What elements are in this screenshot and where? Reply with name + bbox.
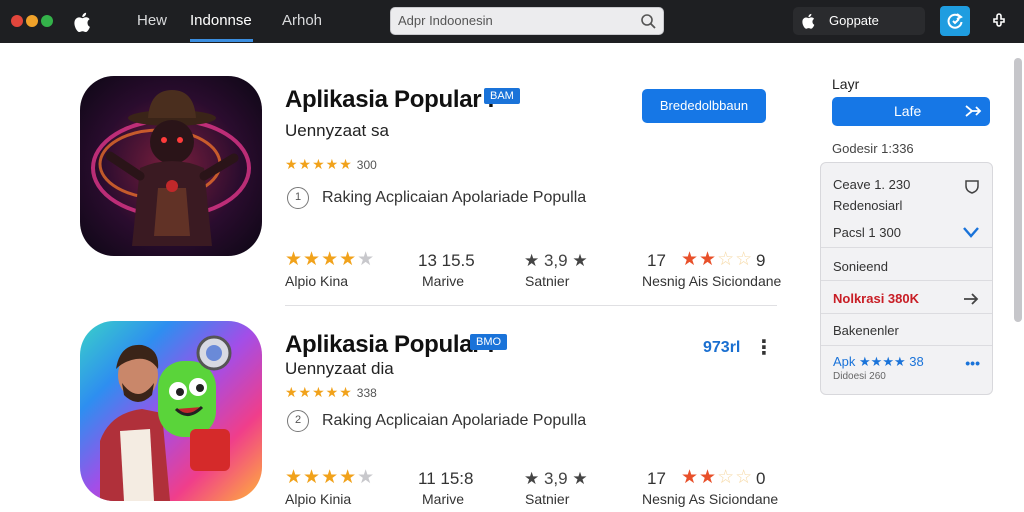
rank-text[interactable]: Raking Acplicaian Apolariade Populla [322, 189, 586, 207]
get-button[interactable]: Brededolbbaun [642, 89, 766, 123]
panel-row-label[interactable]: Nolkrasi 380K [833, 291, 919, 306]
panel-primary-button[interactable]: Lafe [832, 97, 990, 126]
info-panel: Ceave 1. 230 Redenosiarl Pacsl 1 300 Son… [820, 162, 993, 395]
app-icon[interactable] [80, 76, 262, 256]
puzzle-icon [993, 13, 1005, 27]
stat-value: ★ 3,9 ★ [524, 251, 588, 270]
panel-row-label: Pacsl 1 300 [833, 225, 901, 240]
active-tab-indicator [190, 39, 253, 42]
stat-value: 11 15:8 [418, 469, 474, 488]
panel-row-sublabel: Didoesi 260 [833, 371, 886, 382]
scrollbar[interactable] [1014, 58, 1022, 322]
card-divider [285, 305, 777, 306]
title-bar: Hew Indonnse Arhoh Goppate [0, 0, 1024, 43]
account-button[interactable]: Goppate [793, 7, 925, 35]
panel-heading: Layr [832, 76, 860, 92]
stat-value: 17 [647, 251, 666, 270]
stat-value: ★ 3,9 ★ [524, 469, 588, 488]
zoom-window-button[interactable] [41, 15, 53, 27]
app-badge: BMO [470, 334, 508, 350]
panel-button-label: Lafe [894, 103, 922, 119]
stat-label: Alpio Kina [285, 273, 349, 289]
stat-stars: ★★★★★ [285, 467, 376, 488]
account-label: Goppate [829, 13, 879, 28]
panel-divider [821, 345, 992, 346]
stat-value: 0 [756, 469, 766, 488]
panel-row-label[interactable]: Sonieend [833, 259, 888, 274]
check-icon[interactable] [962, 225, 980, 239]
character-artwork [100, 335, 232, 501]
arrow-right-icon[interactable] [962, 292, 980, 306]
app-title[interactable]: Aplikasia Popular . [285, 86, 494, 114]
app-icon[interactable] [80, 321, 262, 501]
stat-value: 13 15.5 [418, 251, 475, 270]
stat-stars: ★★☆☆ [681, 467, 754, 488]
panel-row-label: Redenosiarl [833, 198, 903, 213]
apple-logo-icon[interactable] [70, 9, 96, 35]
stat-label: Alpio Kinia [285, 491, 352, 507]
app-title[interactable]: Aplikasia Popular . [285, 331, 494, 359]
panel-divider [821, 313, 992, 314]
search-input[interactable] [398, 13, 628, 28]
rank-icon: 1 [287, 187, 309, 209]
apple-icon [802, 13, 815, 29]
panel-row-label[interactable]: Apk ★★★★ 38 [833, 354, 924, 370]
panel-divider [821, 247, 992, 248]
extensions-button[interactable] [985, 6, 1015, 36]
stat-label: Nesnig Ais Siciondane [642, 273, 782, 289]
sync-icon [947, 13, 963, 29]
stat-label: Satnier [525, 273, 570, 289]
stat-value: 9 [756, 251, 766, 270]
stat-value: 17 [647, 469, 666, 488]
nav-tab-indonesia[interactable]: Indonnse [190, 12, 252, 29]
panel-subheading: Godesir 1:336 [832, 141, 914, 156]
more-options-button[interactable]: ⋮ [754, 335, 774, 360]
stat-label: Marive [422, 491, 465, 507]
rating-stars: ★★★★★ 338 [285, 384, 377, 400]
nav-tab-apps[interactable]: Arhoh [282, 12, 322, 29]
rating-stars: ★★★★★ 300 [285, 156, 377, 172]
stat-label: Marive [422, 273, 465, 289]
sync-button[interactable] [940, 6, 970, 36]
panel-row-label: Bakenenler [833, 323, 899, 338]
rank-icon: 2 [287, 410, 309, 432]
close-window-button[interactable] [11, 15, 23, 27]
character-artwork [91, 90, 251, 246]
stat-stars: ★★☆☆ [681, 249, 754, 270]
shield-icon[interactable] [964, 179, 980, 194]
stat-stars: ★★★★★ [285, 249, 376, 270]
ellipsis-icon[interactable]: ••• [965, 355, 980, 371]
minimize-window-button[interactable] [26, 15, 38, 27]
stat-label: Satnier [525, 491, 570, 507]
panel-divider [821, 280, 992, 281]
rank-text[interactable]: Raking Acplicaian Apolariade Populla [322, 412, 586, 430]
rating-count: 300 [356, 158, 377, 172]
panel-row-label: Ceave 1. 230 [833, 177, 911, 192]
search-icon[interactable] [640, 13, 657, 30]
app-badge: BAM [484, 88, 520, 104]
nav-tab-home[interactable]: Hew [137, 12, 167, 29]
arrow-icon [965, 105, 982, 117]
search-bar[interactable] [390, 7, 664, 35]
app-subtitle: Uennyzaat dia [285, 359, 394, 378]
app-subtitle: Uennyzaat sa [285, 121, 389, 140]
price-label[interactable]: 973rl [703, 339, 740, 357]
rating-count: 338 [356, 386, 377, 400]
stat-label: Nesnig As Siciondane [642, 491, 779, 507]
